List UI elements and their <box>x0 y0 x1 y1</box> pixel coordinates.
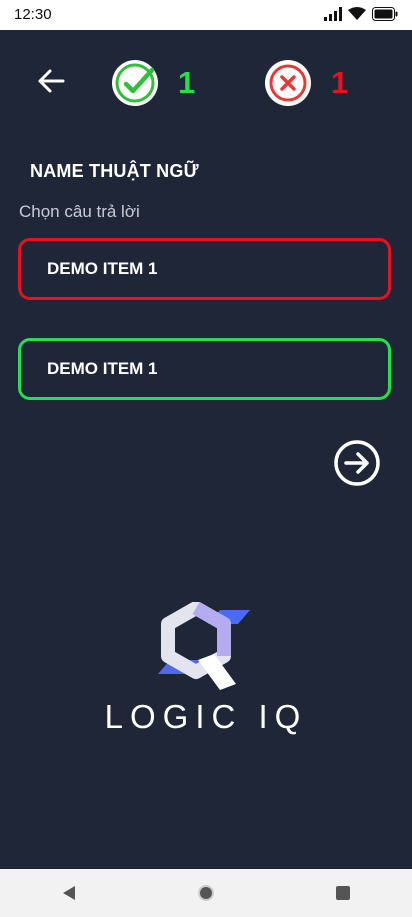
brand-name: LOGIC IQ <box>104 698 308 735</box>
home-circle-icon <box>197 885 214 901</box>
wrong-score: 1 <box>263 58 348 108</box>
correct-score: 1 <box>110 58 195 108</box>
answer-label: DEMO ITEM 1 <box>47 359 158 378</box>
answer-label: DEMO ITEM 1 <box>47 259 158 278</box>
answer-option-correct[interactable]: DEMO ITEM 1 <box>18 338 391 400</box>
question-prompt: Chọn câu trả lời <box>19 202 140 221</box>
wrong-count: 1 <box>331 65 349 100</box>
status-bar: 12:30 <box>0 0 412 30</box>
correct-count: 1 <box>178 65 196 100</box>
nav-home-button[interactable] <box>176 869 236 917</box>
nav-back-button[interactable] <box>39 869 99 917</box>
recents-square-icon <box>336 886 351 900</box>
back-triangle-icon <box>62 886 75 900</box>
answer-option-wrong[interactable]: DEMO ITEM 1 <box>18 238 391 300</box>
battery-icon <box>372 7 398 21</box>
question-title: NAME THUẬT NGỮ <box>30 161 199 181</box>
arrow-left-icon[interactable] <box>36 66 66 96</box>
x-circle-icon <box>265 60 311 106</box>
quiz-screen: 1 1 NAME THUẬT NGỮ Chọn câu trả lời DEMO… <box>0 30 412 869</box>
status-time: 12:30 <box>14 6 52 23</box>
system-nav-bar <box>0 869 412 917</box>
wifi-icon <box>348 7 366 20</box>
nav-recents-button[interactable] <box>313 869 373 917</box>
check-circle-icon <box>112 60 158 106</box>
arrow-right-circle-icon[interactable] <box>333 439 381 487</box>
logic-iq-logo-icon <box>158 602 250 690</box>
status-icons <box>324 7 398 21</box>
signal-icon <box>324 7 342 21</box>
